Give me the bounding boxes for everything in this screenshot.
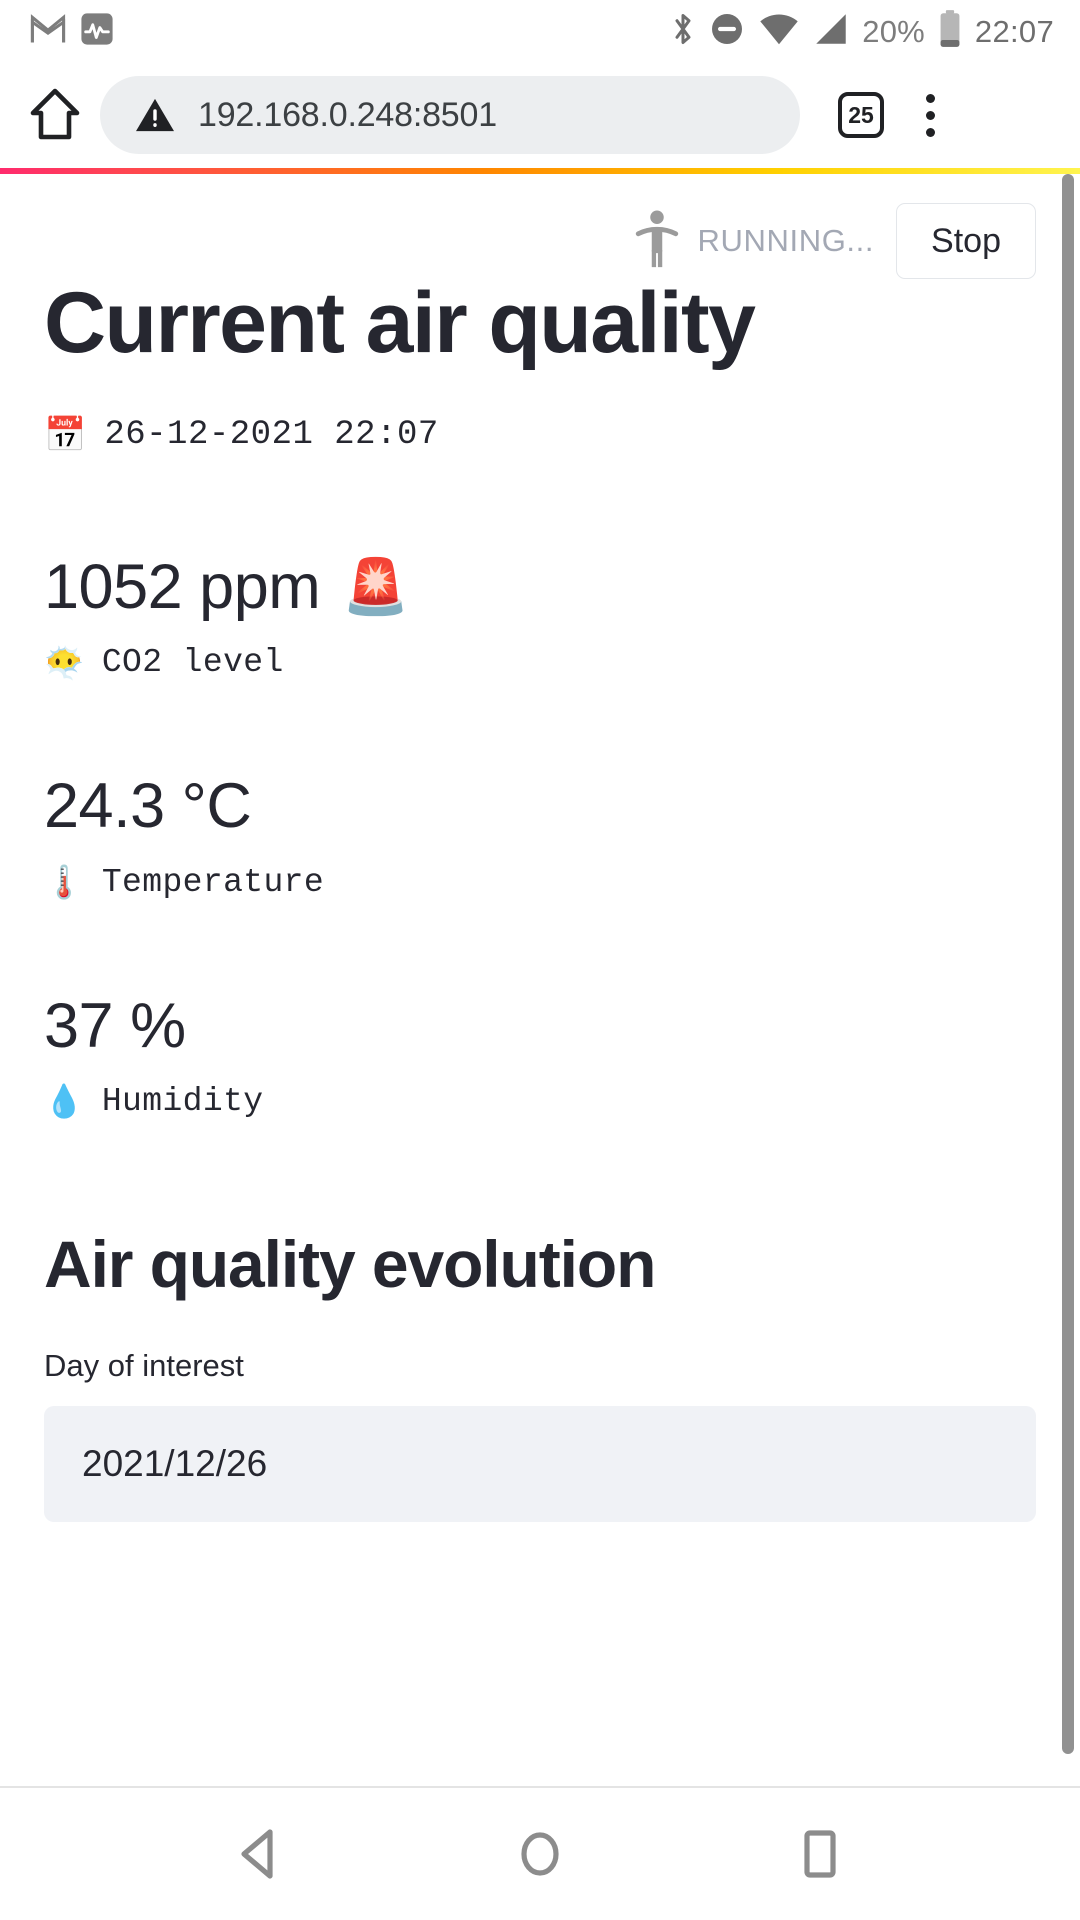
cellular-signal-icon bbox=[813, 12, 849, 51]
metric-value-text: 24.3 °C bbox=[44, 771, 252, 842]
metric-temperature: 24.3 °C 🌡️ Temperature bbox=[44, 773, 1036, 900]
status-bar-system-icons: 20% 22:07 bbox=[670, 9, 1054, 53]
droplet-icon: 💧 bbox=[44, 1082, 84, 1121]
phone-screen: 20% 22:07 192.168.0.248:8501 25 RUNNING.… bbox=[0, 0, 1080, 1920]
menu-dot bbox=[925, 127, 935, 137]
status-bar-clock: 22:07 bbox=[974, 13, 1054, 49]
home-circle-icon[interactable] bbox=[480, 1799, 600, 1909]
stop-button[interactable]: Stop bbox=[896, 203, 1036, 279]
metric-humidity: 37 % 💧 Humidity bbox=[44, 990, 1036, 1120]
streamlit-app-body: RUNNING... Stop Current air quality 📅 26… bbox=[0, 174, 1080, 1786]
insecure-warning-icon bbox=[134, 96, 176, 134]
alert-light-icon: 🚨 bbox=[342, 555, 409, 619]
home-icon[interactable] bbox=[24, 84, 86, 146]
metric-label-row: 💧 Humidity bbox=[44, 1083, 1036, 1120]
android-nav-bar bbox=[0, 1786, 1080, 1920]
metric-label-text: CO2 level bbox=[101, 644, 284, 682]
metric-label-text: Temperature bbox=[101, 863, 325, 901]
menu-dot bbox=[925, 110, 935, 120]
wifi-icon bbox=[758, 12, 800, 51]
bluetooth-icon bbox=[670, 11, 696, 52]
metric-value-text: 1052 ppm bbox=[44, 552, 321, 623]
android-status-bar: 20% 22:07 bbox=[0, 0, 1080, 62]
overflow-menu-icon[interactable] bbox=[902, 84, 958, 146]
thermometer-icon: 🌡️ bbox=[44, 863, 84, 902]
status-bar-notifications bbox=[30, 12, 114, 51]
date-field-label: Day of interest bbox=[44, 1347, 244, 1383]
recents-square-icon[interactable] bbox=[760, 1799, 880, 1909]
section-title: Air quality evolution bbox=[44, 1226, 656, 1301]
metric-co2: 1052 ppm 🚨 😶‍🌫️ CO2 level bbox=[44, 554, 1036, 681]
running-man-icon bbox=[634, 209, 680, 274]
date-input[interactable]: 2021/12/26 bbox=[44, 1405, 1036, 1522]
page-scrollbar[interactable] bbox=[1062, 174, 1074, 1754]
metric-label-row: 🌡️ Temperature bbox=[44, 864, 1036, 901]
current-datetime: 📅 26-12-2021 22:07 bbox=[44, 416, 1036, 454]
battery-icon bbox=[938, 9, 962, 53]
activity-monitor-icon bbox=[80, 12, 114, 51]
page-title: Current air quality bbox=[44, 275, 756, 371]
url-text: 192.168.0.248:8501 bbox=[198, 95, 497, 134]
running-status-text: RUNNING... bbox=[697, 223, 875, 258]
metric-value-text: 37 % bbox=[44, 990, 186, 1061]
do-not-disturb-icon bbox=[709, 11, 745, 52]
metric-label-row: 😶‍🌫️ CO2 level bbox=[44, 644, 1036, 681]
calendar-icon: 📅 bbox=[44, 415, 87, 456]
battery-percentage: 20% bbox=[862, 13, 925, 49]
face-in-clouds-icon: 😶‍🌫️ bbox=[44, 643, 84, 682]
browser-toolbar: 192.168.0.248:8501 25 bbox=[0, 62, 1080, 168]
url-bar[interactable]: 192.168.0.248:8501 bbox=[100, 76, 800, 154]
metric-value-row: 37 % bbox=[44, 990, 1036, 1061]
metric-label-text: Humidity bbox=[101, 1082, 264, 1120]
datetime-text: 26-12-2021 22:07 bbox=[104, 416, 439, 455]
metric-value-row: 24.3 °C bbox=[44, 773, 1036, 839]
metric-value-row: 1052 ppm 🚨 bbox=[44, 554, 1036, 620]
tab-switcher-button[interactable]: 25 bbox=[838, 92, 884, 138]
menu-dot bbox=[925, 93, 935, 103]
app-status-row: RUNNING... Stop bbox=[44, 174, 1036, 286]
back-triangle-icon[interactable] bbox=[200, 1799, 320, 1909]
gmail-icon bbox=[30, 13, 66, 49]
